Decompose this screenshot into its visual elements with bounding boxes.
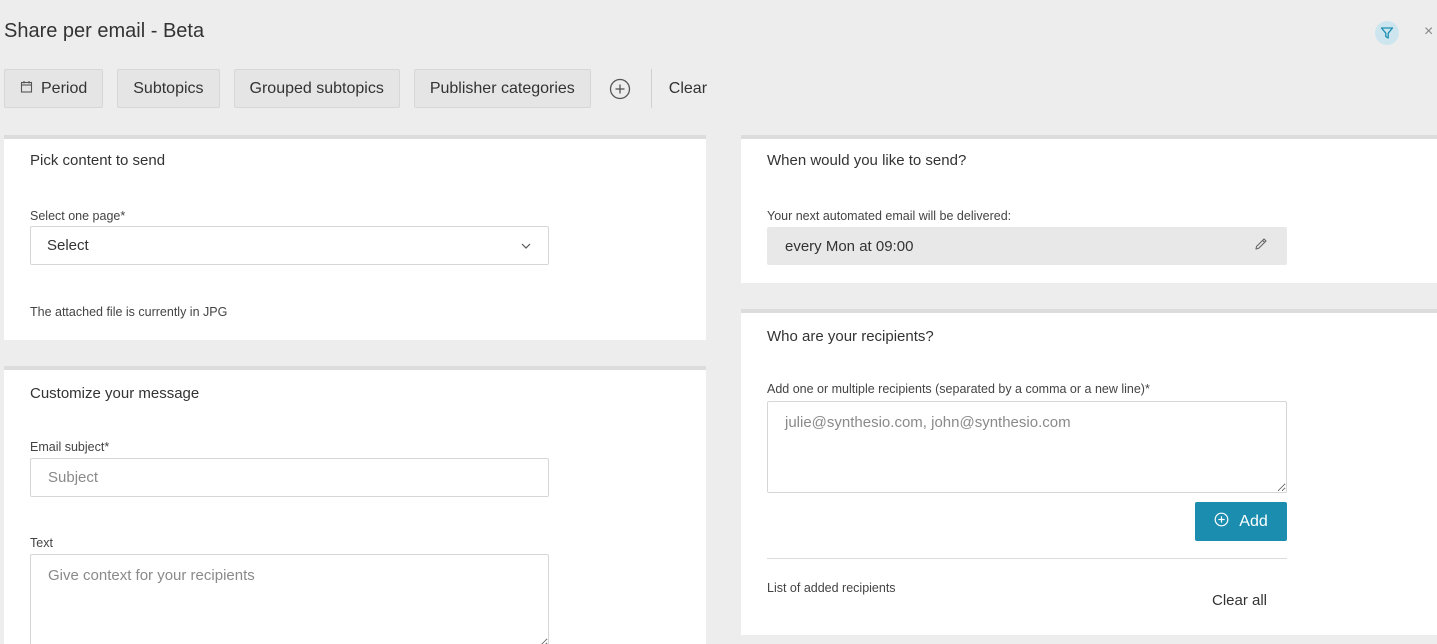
added-recipients-label: List of added recipients: [767, 581, 896, 595]
content-panel-title: Pick content to send: [30, 152, 166, 169]
clear-all-recipients-link[interactable]: Clear all: [1212, 592, 1267, 609]
grouped-subtopics-button[interactable]: Grouped subtopics: [233, 69, 400, 108]
period-button[interactable]: Period: [4, 69, 104, 108]
clear-filters-link[interactable]: Clear: [669, 80, 707, 98]
recipients-label: Add one or multiple recipients (separate…: [767, 382, 1150, 396]
message-panel: Customize your message Email subject* Te…: [4, 366, 706, 644]
page-select[interactable]: Select: [30, 226, 549, 265]
schedule-panel-title: When would you like to send?: [767, 152, 967, 169]
add-circle-icon: [1214, 512, 1229, 532]
recipients-divider: [767, 558, 1287, 559]
message-textarea[interactable]: [30, 554, 549, 644]
recipients-panel: Who are your recipients? Add one or mult…: [741, 309, 1437, 635]
close-icon[interactable]: ×: [1424, 21, 1437, 43]
add-filter-icon[interactable]: [609, 77, 632, 100]
calendar-icon: [20, 80, 33, 98]
chevron-down-icon: [520, 237, 532, 254]
text-label: Text: [30, 536, 53, 550]
delivery-schedule: every Mon at 09:00: [767, 227, 1287, 265]
recipients-panel-title: Who are your recipients?: [767, 328, 934, 345]
content-panel: Pick content to send Select one page* Se…: [4, 135, 706, 340]
add-recipients-button[interactable]: Add: [1195, 502, 1287, 541]
subject-label: Email subject*: [30, 440, 110, 454]
publisher-categories-button[interactable]: Publisher categories: [413, 69, 591, 108]
period-label: Period: [41, 79, 88, 97]
toolbar-divider: [650, 69, 652, 108]
add-button-label: Add: [1239, 512, 1268, 530]
recipients-textarea[interactable]: [767, 401, 1287, 493]
delivery-label: Your next automated email will be delive…: [767, 209, 1012, 223]
delivery-value: every Mon at 09:00: [785, 237, 914, 255]
page-title: Share per email - Beta: [4, 20, 205, 42]
message-panel-title: Customize your message: [30, 385, 200, 402]
subject-input[interactable]: [30, 458, 549, 497]
filter-toolbar: Period Subtopics Grouped subtopics Publi…: [4, 69, 707, 108]
edit-schedule-icon[interactable]: [1253, 236, 1269, 256]
page-select-value: Select: [47, 237, 89, 254]
filter-icon[interactable]: [1375, 21, 1399, 45]
page-select-label: Select one page*: [30, 209, 126, 223]
file-format-note: The attached file is currently in JPG: [30, 305, 228, 319]
subtopics-button[interactable]: Subtopics: [117, 69, 220, 108]
schedule-panel: When would you like to send? Your next a…: [741, 135, 1437, 283]
